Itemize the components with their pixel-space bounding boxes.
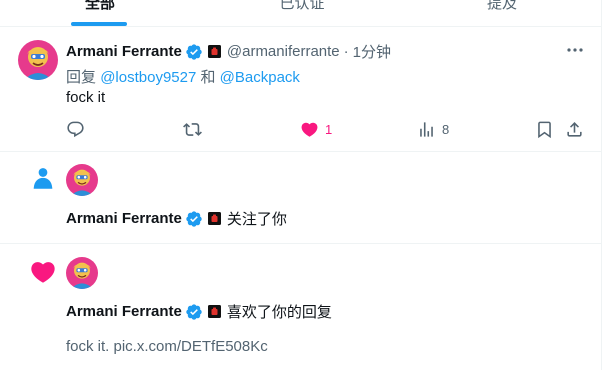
views-button[interactable]: 8 xyxy=(417,119,449,139)
avatar[interactable] xyxy=(18,40,58,80)
verified-badge-icon xyxy=(186,210,202,227)
share-icon xyxy=(567,121,582,137)
retweet-button[interactable] xyxy=(183,119,202,139)
avatar[interactable] xyxy=(66,164,98,196)
verified-badge-icon xyxy=(186,43,202,60)
author-name[interactable]: Armani Ferrante xyxy=(66,43,182,60)
mention-link[interactable]: @Backpack xyxy=(220,69,300,86)
bookmark-icon xyxy=(538,121,551,138)
heart-icon xyxy=(31,262,55,283)
affiliate-badge-icon xyxy=(207,45,221,58)
timestamp[interactable]: 1分钟 xyxy=(353,41,391,62)
affiliate-badge-icon xyxy=(207,305,221,318)
tab-verified[interactable]: 已认证 xyxy=(262,0,342,12)
more-icon[interactable] xyxy=(565,42,585,58)
tweet-header: Armani Ferrante @armaniferrante · 1分钟 xyxy=(66,41,391,62)
tab-all[interactable]: 全部 xyxy=(60,0,140,12)
mention-link[interactable]: @lostboy9527 xyxy=(100,69,196,86)
reply-icon xyxy=(67,121,84,137)
tab-mentions[interactable]: 提及 xyxy=(462,0,542,12)
reply-button[interactable] xyxy=(66,119,85,139)
views-icon xyxy=(420,121,433,137)
liked-reply-preview[interactable]: fock it. pic.x.com/DETfE508Kc xyxy=(66,338,268,355)
person-icon xyxy=(33,168,53,189)
active-tab-indicator xyxy=(71,22,127,26)
notifications-timeline: 全部 已认证 提及 Armani Ferrante @armaniferrant… xyxy=(0,0,602,370)
like-button[interactable]: 1 xyxy=(300,119,332,139)
like-text: Armani Ferrante 喜欢了你的回复 xyxy=(66,301,332,322)
view-count: 8 xyxy=(442,121,450,137)
heart-icon xyxy=(301,122,318,137)
author-name[interactable]: Armani Ferrante xyxy=(66,210,182,227)
tweet-text: fock it xyxy=(66,89,106,106)
affiliate-badge-icon xyxy=(207,212,221,225)
divider xyxy=(0,243,601,244)
share-button[interactable] xyxy=(565,119,584,139)
author-handle[interactable]: @armaniferrante xyxy=(227,43,340,60)
notification-action: 喜欢了你的回复 xyxy=(226,304,332,321)
avatar[interactable] xyxy=(66,257,98,289)
separator-dot: · xyxy=(343,43,349,60)
retweet-icon xyxy=(183,122,202,136)
reply-conjunction: 和 xyxy=(200,69,216,86)
verified-badge-icon xyxy=(186,303,202,320)
notification-action: 关注了你 xyxy=(226,211,287,228)
divider xyxy=(0,151,601,152)
bookmark-button[interactable] xyxy=(535,119,554,139)
reply-prefix: 回复 xyxy=(66,69,97,86)
notification-tabs: 全部 已认证 提及 xyxy=(0,0,601,27)
follow-text: Armani Ferrante 关注了你 xyxy=(66,208,287,229)
author-name[interactable]: Armani Ferrante xyxy=(66,303,182,320)
replying-to: 回复 @lostboy9527 和 @Backpack xyxy=(66,66,300,87)
like-count: 1 xyxy=(325,121,333,137)
